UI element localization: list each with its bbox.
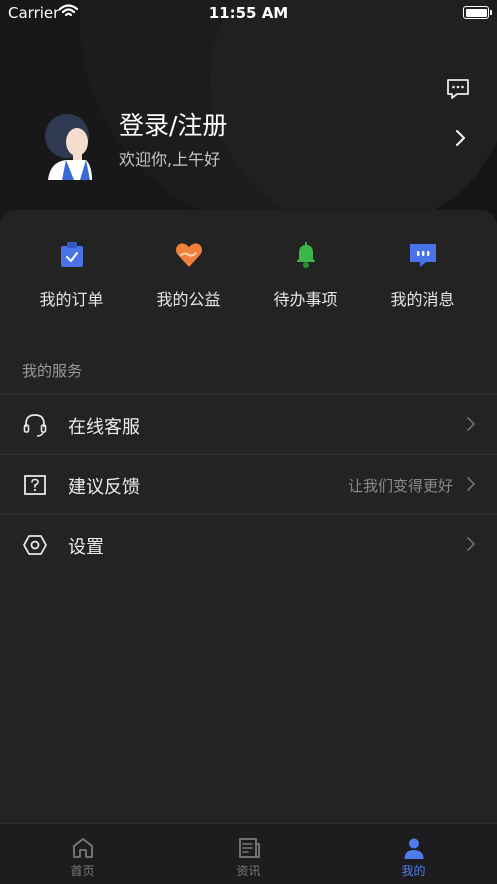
headset-icon bbox=[23, 414, 47, 437]
avatar bbox=[45, 114, 92, 180]
heart-hand-icon bbox=[176, 243, 202, 267]
quick-action-label: 我的消息 bbox=[390, 290, 455, 309]
news-icon bbox=[239, 838, 260, 858]
tab-label: 资讯 bbox=[236, 864, 261, 878]
chevron-right-icon bbox=[467, 417, 475, 431]
quick-actions: 我的订单 我的公益 待办事项 我的消息 bbox=[0, 240, 497, 320]
tab-label: 我的 bbox=[401, 864, 426, 878]
divider bbox=[0, 394, 497, 395]
service-row-settings[interactable]: 设置 bbox=[0, 514, 497, 574]
person-icon bbox=[404, 838, 424, 859]
status-bar: Carrier 11:55 AM bbox=[0, 0, 497, 26]
greeting-text: 欢迎你,上午好 bbox=[119, 150, 221, 169]
quick-action-label: 待办事项 bbox=[273, 290, 338, 309]
home-icon bbox=[73, 838, 93, 858]
service-row-feedback[interactable]: 建议反馈 让我们变得更好 bbox=[0, 454, 497, 514]
message-icon[interactable] bbox=[446, 78, 470, 100]
login-entry[interactable]: 登录/注册 欢迎你,上午好 bbox=[0, 100, 497, 182]
tab-news[interactable]: 资讯 bbox=[166, 824, 331, 884]
service-label: 在线客服 bbox=[68, 417, 140, 438]
chevron-right-icon bbox=[467, 537, 475, 551]
question-box-icon bbox=[24, 475, 46, 495]
tab-bar: 首页 资讯 我的 bbox=[0, 823, 497, 884]
content-panel: 我的订单 我的公益 待办事项 我的消息 我的服务 在线客服 建议反馈 让我们变得… bbox=[0, 210, 497, 824]
services-section-title: 我的服务 bbox=[22, 362, 83, 380]
quick-action-label: 我的公益 bbox=[156, 290, 221, 309]
settings-hexagon-icon bbox=[23, 535, 47, 555]
divider bbox=[0, 454, 497, 455]
clipboard-check-icon bbox=[61, 242, 83, 267]
divider bbox=[0, 514, 497, 515]
tab-label: 首页 bbox=[70, 864, 95, 878]
bell-icon bbox=[297, 242, 315, 268]
battery-icon bbox=[463, 6, 492, 19]
chevron-right-icon bbox=[467, 477, 475, 491]
chat-bubble-icon bbox=[410, 244, 436, 267]
quick-action-messages[interactable]: 我的消息 bbox=[364, 240, 481, 320]
service-label: 设置 bbox=[68, 537, 104, 558]
tab-home[interactable]: 首页 bbox=[0, 824, 165, 884]
login-title: 登录/注册 bbox=[119, 111, 228, 140]
quick-action-charity[interactable]: 我的公益 bbox=[130, 240, 247, 320]
quick-action-label: 我的订单 bbox=[39, 290, 104, 309]
service-row-online-support[interactable]: 在线客服 bbox=[0, 394, 497, 454]
tab-mine[interactable]: 我的 bbox=[331, 824, 496, 884]
clock: 11:55 AM bbox=[208, 4, 289, 22]
service-label: 建议反馈 bbox=[68, 477, 140, 498]
quick-action-todo[interactable]: 待办事项 bbox=[247, 240, 364, 320]
profile-header: Carrier 11:55 AM 登录/注册 欢迎你,上午好 bbox=[0, 0, 497, 240]
service-value: 让我们变得更好 bbox=[347, 477, 453, 495]
chevron-right-icon bbox=[455, 129, 466, 147]
quick-action-orders[interactable]: 我的订单 bbox=[13, 240, 130, 320]
